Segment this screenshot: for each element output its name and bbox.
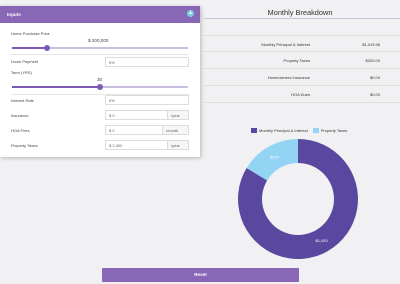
breakdown-table: Monthly Principal & Interest $1,019.96 P… bbox=[204, 35, 400, 103]
home-price-slider[interactable] bbox=[12, 45, 188, 51]
donut-slice-label: $1,020 bbox=[316, 238, 329, 243]
home-price-slider-thumb[interactable] bbox=[44, 45, 51, 51]
legend-swatch bbox=[251, 127, 257, 133]
chart-legend: Monthly Principal & Interest Property Ta… bbox=[251, 127, 352, 133]
breakdown-row: Property Taxes $200.00 bbox=[204, 52, 400, 69]
down-payment-field[interactable]: 5% bbox=[105, 57, 189, 67]
down-payment-label: Down Payment bbox=[11, 59, 39, 64]
breakdown-row: Homeowners Insurance $0.00 bbox=[204, 69, 400, 86]
breakdown-row-label: Homeowners Insurance bbox=[267, 75, 310, 80]
inputs-panel-header[interactable]: Inputs bbox=[0, 6, 200, 23]
chevron-up-icon[interactable]: ▲ bbox=[187, 10, 194, 17]
breakdown-row-label: Property Taxes bbox=[283, 58, 310, 63]
legend-label: Property Taxes bbox=[320, 127, 348, 133]
hoa-fees-suffix: /month bbox=[162, 125, 189, 135]
term-slider-fill bbox=[12, 86, 100, 88]
property-taxes-field[interactable]: $ 2,400 bbox=[105, 140, 168, 150]
breakdown-row-label: HOA Dues bbox=[291, 92, 310, 97]
home-price-label: Home Purchase Price bbox=[11, 31, 50, 36]
inputs-panel: Inputs ▲ Home Purchase Price $ 200,000 D… bbox=[0, 6, 200, 157]
divider bbox=[11, 54, 189, 55]
donut-slice-label: $200 bbox=[270, 155, 280, 160]
hoa-fees-field[interactable]: $ 0 bbox=[105, 125, 163, 135]
interest-rate-label: Interest Rate bbox=[11, 98, 34, 103]
legend-label: Monthly Principal & Interest bbox=[259, 127, 308, 133]
interest-rate-field[interactable]: 5% bbox=[105, 95, 189, 105]
inputs-panel-title: Inputs bbox=[7, 12, 21, 17]
breakdown-title: Monthly Breakdown bbox=[267, 8, 333, 17]
term-slider-thumb[interactable] bbox=[97, 84, 103, 90]
title-divider bbox=[204, 18, 400, 19]
breakdown-row: Monthly Principal & Interest $1,019.96 bbox=[204, 35, 400, 52]
breakdown-row: HOA Dues $0.00 bbox=[204, 86, 400, 103]
legend-swatch bbox=[312, 127, 319, 133]
property-taxes-label: Property Taxes bbox=[11, 143, 38, 148]
home-price-slider-fill bbox=[12, 47, 48, 49]
breakdown-row-value: $200.00 bbox=[365, 58, 380, 63]
breakdown-row-label: Monthly Principal & Interest bbox=[261, 42, 310, 47]
donut-chart: $200 $1,020 bbox=[238, 139, 358, 259]
insurance-field[interactable]: $ 0 bbox=[105, 110, 168, 120]
hoa-fees-label: HOA Fees bbox=[11, 128, 30, 133]
breakdown-row-value: $0.00 bbox=[369, 92, 380, 97]
insurance-suffix: /year bbox=[167, 110, 189, 120]
breakdown-row-value: $0.00 bbox=[369, 75, 380, 80]
home-price-value: $ 200,000 bbox=[88, 38, 109, 43]
legend-item-principal-interest[interactable]: Monthly Principal & Interest bbox=[251, 127, 308, 133]
breakdown-row-value: $1,019.96 bbox=[362, 42, 380, 47]
legend-item-property-taxes[interactable]: Property Taxes bbox=[312, 127, 348, 133]
insurance-label: Insurance bbox=[11, 113, 29, 118]
term-label: Term (YRS) bbox=[11, 70, 32, 75]
reset-button[interactable]: Reset bbox=[102, 268, 299, 282]
term-value: 30 bbox=[97, 77, 103, 82]
property-taxes-suffix: /year bbox=[167, 140, 189, 150]
term-slider[interactable] bbox=[12, 84, 188, 90]
